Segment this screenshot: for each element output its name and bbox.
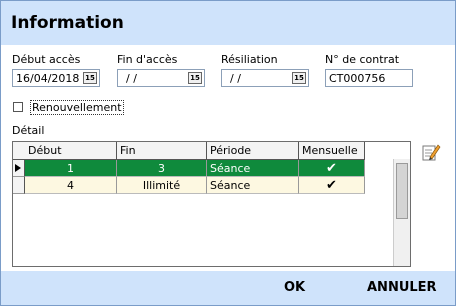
contrat-label: N° de contrat [325,53,400,66]
debut-acces-label: Début accès [12,53,81,66]
renouvellement-checkbox[interactable] [13,102,23,112]
cell-debut[interactable]: 1 [25,160,117,177]
checkmark-icon[interactable]: ✔ [299,177,365,194]
resiliation-field[interactable]: / / 15 [221,69,309,87]
dialog-title: Information [11,13,124,33]
row-pointer-icon [15,164,21,172]
cell-periode[interactable]: Séance [207,177,299,194]
row-selector[interactable] [13,160,25,177]
row-selector[interactable] [13,177,25,194]
ok-button[interactable]: OK [284,280,305,295]
fin-acces-label: Fin d'accès [117,53,178,66]
scrollbar-thumb[interactable] [396,163,408,219]
calendar-icon[interactable]: 15 [292,72,306,84]
edit-pencil-icon[interactable] [421,142,441,162]
information-dialog: Information Début accès 16/04/2018 15 Fi… [0,0,456,306]
title-bar: Information [1,1,455,45]
calendar-icon[interactable]: 15 [83,72,97,84]
table-row[interactable]: 4 Illimité Séance ✔ [13,177,365,194]
detail-label: Détail [12,124,45,137]
fin-acces-field[interactable]: / / 15 [117,69,205,87]
cell-periode[interactable]: Séance [207,160,299,177]
checkmark-icon[interactable]: ✔ [299,160,365,177]
annuler-button[interactable]: ANNULER [367,280,437,295]
column-header-debut[interactable]: Début [25,142,117,159]
cell-fin[interactable]: 3 [117,160,207,177]
column-header-fin[interactable]: Fin [117,142,207,159]
fin-acces-value: / / [126,72,137,85]
resiliation-value: / / [230,72,241,85]
cell-fin[interactable]: Illimité [117,177,207,194]
grid-header: Début Fin Période Mensuelle [13,142,365,160]
calendar-icon[interactable]: 15 [188,72,202,84]
debut-acces-field[interactable]: 16/04/2018 15 [12,69,100,87]
vertical-scrollbar[interactable] [393,159,410,266]
contrat-value: CT000756 [329,72,386,85]
resiliation-label: Résiliation [221,53,278,66]
column-header-mensuelle[interactable]: Mensuelle [299,142,365,159]
renouvellement-label[interactable]: Renouvellement [30,100,124,115]
detail-grid[interactable]: Début Fin Période Mensuelle 1 3 Séance ✔… [12,141,411,267]
cell-debut[interactable]: 4 [25,177,117,194]
column-header-periode[interactable]: Période [207,142,299,159]
debut-acces-value: 16/04/2018 [16,72,80,85]
contrat-field[interactable]: CT000756 [325,69,413,87]
table-row[interactable]: 1 3 Séance ✔ [13,160,365,177]
